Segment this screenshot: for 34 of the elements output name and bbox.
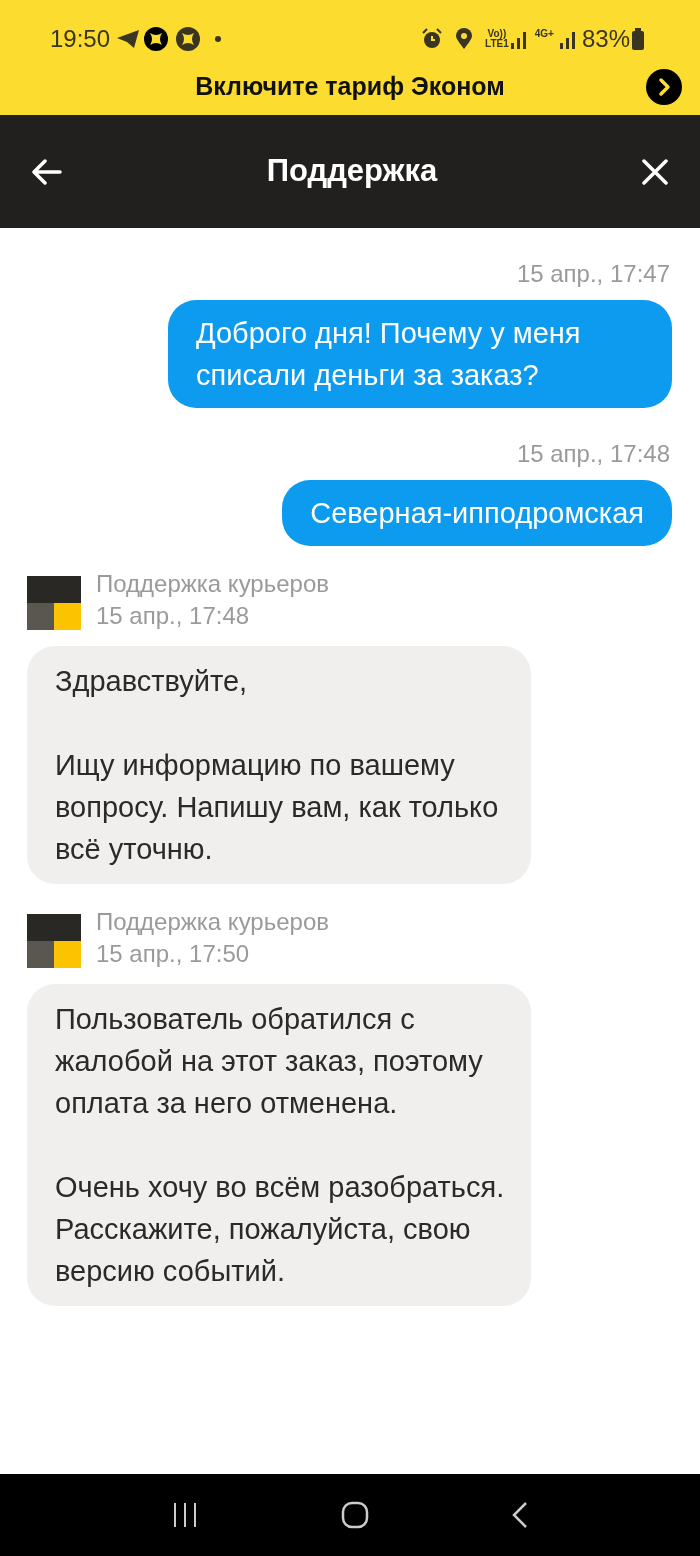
tariff-banner-text[interactable]: Включите тариф Эконом	[195, 67, 505, 106]
message-time: 15 апр., 17:48	[96, 601, 251, 631]
back-icon[interactable]	[512, 1501, 529, 1529]
alarm-icon	[421, 28, 444, 50]
incoming-message: Здравствуйте, Ищу информацию по вашему вопросу. Напишу вам, как только всё уточню.	[27, 646, 531, 884]
status-time: 19:50	[50, 24, 111, 54]
chevron-right-icon[interactable]	[646, 68, 682, 105]
battery-percent: 83%	[581, 24, 630, 54]
message-time: 15 апр., 17:48	[516, 439, 671, 469]
outgoing-message: Северная-ипподромская	[282, 480, 672, 546]
location-icon	[455, 28, 474, 50]
volte-label: Vo))	[487, 29, 507, 39]
lte-label: LTE1	[485, 39, 509, 49]
incoming-message: Пользователь обратился с жалобой на этот заказ, поэтому оплата за него отменена. Очень хочу во всём разобраться. Расскажите, пожалуйста, свою версию событий.	[27, 984, 531, 1306]
network-label: 4G+	[534, 27, 554, 41]
sender-name: Поддержка курьеров	[96, 569, 329, 599]
home-icon[interactable]	[341, 1501, 369, 1529]
outgoing-message: Доброго дня! Почему у меня списали деньги за заказ?	[168, 300, 672, 408]
dot-icon	[215, 36, 222, 42]
support-avatar-icon	[27, 914, 81, 968]
battery-icon	[632, 28, 644, 50]
message-time: 15 апр., 17:47	[516, 259, 671, 289]
paper-plane-icon	[116, 29, 141, 49]
app-badge-icon	[143, 26, 170, 52]
signal-icon	[510, 29, 527, 49]
close-icon[interactable]	[642, 158, 668, 185]
header-title: Поддержка	[266, 152, 438, 191]
sender-name: Поддержка курьеров	[96, 907, 329, 937]
recent-apps-icon[interactable]	[171, 1502, 198, 1528]
support-avatar-icon	[27, 576, 81, 630]
app-badge-icon	[175, 26, 202, 52]
back-arrow-icon[interactable]	[32, 158, 62, 185]
signal-icon	[559, 29, 576, 49]
message-time: 15 апр., 17:50	[96, 939, 251, 969]
